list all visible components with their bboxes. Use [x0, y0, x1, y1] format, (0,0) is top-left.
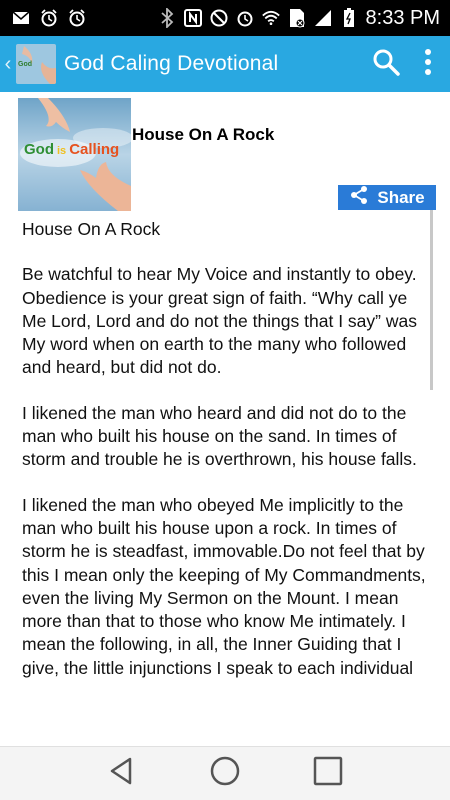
battery-icon: [340, 8, 358, 27]
svg-text:God: God: [18, 61, 32, 68]
alarm-icon: [236, 9, 254, 27]
clock-time: 8:33 PM: [365, 6, 440, 29]
search-icon[interactable]: [372, 48, 400, 81]
mute-icon: [210, 9, 228, 27]
svg-text:GodisCalling: God is Calling: [24, 141, 119, 158]
body-paragraph: Be watchful to hear My Voice and instant…: [22, 264, 417, 378]
image-word-calling: Calling: [69, 141, 119, 158]
alarm-icon: [40, 9, 58, 27]
nfc-icon: [183, 9, 202, 27]
alarm-icon: [68, 9, 86, 27]
body-paragraph: House On A Rock: [22, 219, 161, 239]
image-word-god: God: [24, 141, 54, 158]
back-nav-icon[interactable]: [106, 755, 138, 792]
app-bar: ‹ God God Caling Devotional: [0, 36, 450, 92]
signal-icon: [314, 9, 332, 27]
back-arrow-icon[interactable]: ‹: [0, 36, 16, 92]
body-paragraph: I likened the man who obeyed Me implicit…: [22, 494, 426, 678]
recents-nav-icon[interactable]: [312, 755, 344, 792]
status-bar: 8:33 PM: [0, 0, 450, 36]
home-nav-icon[interactable]: [209, 755, 241, 792]
overflow-menu-icon[interactable]: [424, 48, 432, 81]
bluetooth-icon: [158, 8, 176, 28]
wifi-icon: [261, 9, 280, 27]
share-button[interactable]: Share: [338, 185, 436, 210]
app-title: God Caling Devotional: [64, 52, 279, 75]
image-word-is: is: [57, 145, 66, 157]
app-logo[interactable]: God: [16, 44, 56, 84]
share-label: Share: [377, 187, 425, 207]
sim-icon: [288, 9, 306, 28]
navigation-bar: [0, 746, 450, 800]
mail-icon: [12, 9, 30, 27]
scrollbar[interactable]: [430, 210, 433, 390]
devotional-image: God is Calling: [18, 98, 131, 211]
content-area: God is Calling House On A Rock Share House…: [0, 92, 450, 746]
devotional-text: House On A Rock Be watchful to hear My V…: [22, 218, 427, 746]
body-paragraph: I likened the man who heard and did not …: [22, 402, 417, 470]
share-icon: [349, 185, 369, 210]
entry-title: House On A Rock: [132, 125, 275, 144]
